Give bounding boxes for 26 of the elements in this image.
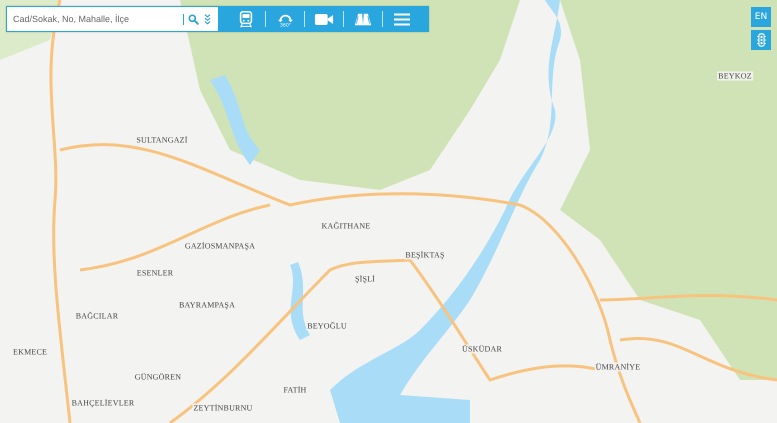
train-icon[interactable]	[237, 10, 255, 28]
district-label: GAZİOSMANPAŞA	[184, 242, 256, 250]
district-label: BEŞİKTAŞ	[404, 250, 446, 260]
language-button[interactable]: EN	[751, 7, 771, 27]
district-label: ESENLER	[136, 268, 174, 278]
district-label: BAĞCILAR	[74, 312, 120, 320]
search-bar[interactable]: Cad/Sokak, No, Mahalle, İlçe	[6, 6, 219, 32]
district-label: BAHÇELİEVLER	[70, 398, 136, 408]
district-label: EKMECE	[12, 348, 48, 356]
district-label: SULTANGAZİ	[135, 136, 189, 144]
double-chevron-down-icon[interactable]	[204, 13, 211, 25]
traffic-light-icon[interactable]	[756, 33, 766, 47]
district-label: BAYRAMPAŞA	[178, 300, 236, 310]
search-icon[interactable]	[183, 14, 199, 24]
district-label: KAĞITHANE	[320, 222, 372, 230]
district-label: BEYKOZ	[717, 72, 753, 80]
district-label: ŞİŞLİ	[354, 274, 376, 284]
district-label: GÜNGÖREN	[134, 372, 182, 382]
district-label: BEYOĞLU	[306, 322, 348, 330]
menu-icon[interactable]	[393, 10, 411, 28]
traffic-light-button[interactable]	[751, 30, 771, 50]
district-label: ZEYTİNBURNU	[192, 404, 254, 412]
district-label: FATİH	[282, 386, 308, 394]
district-label: ÜSKÜDAR	[460, 344, 504, 354]
district-label: ÜMRANİYE	[594, 362, 642, 372]
video-camera-icon[interactable]	[314, 12, 334, 26]
